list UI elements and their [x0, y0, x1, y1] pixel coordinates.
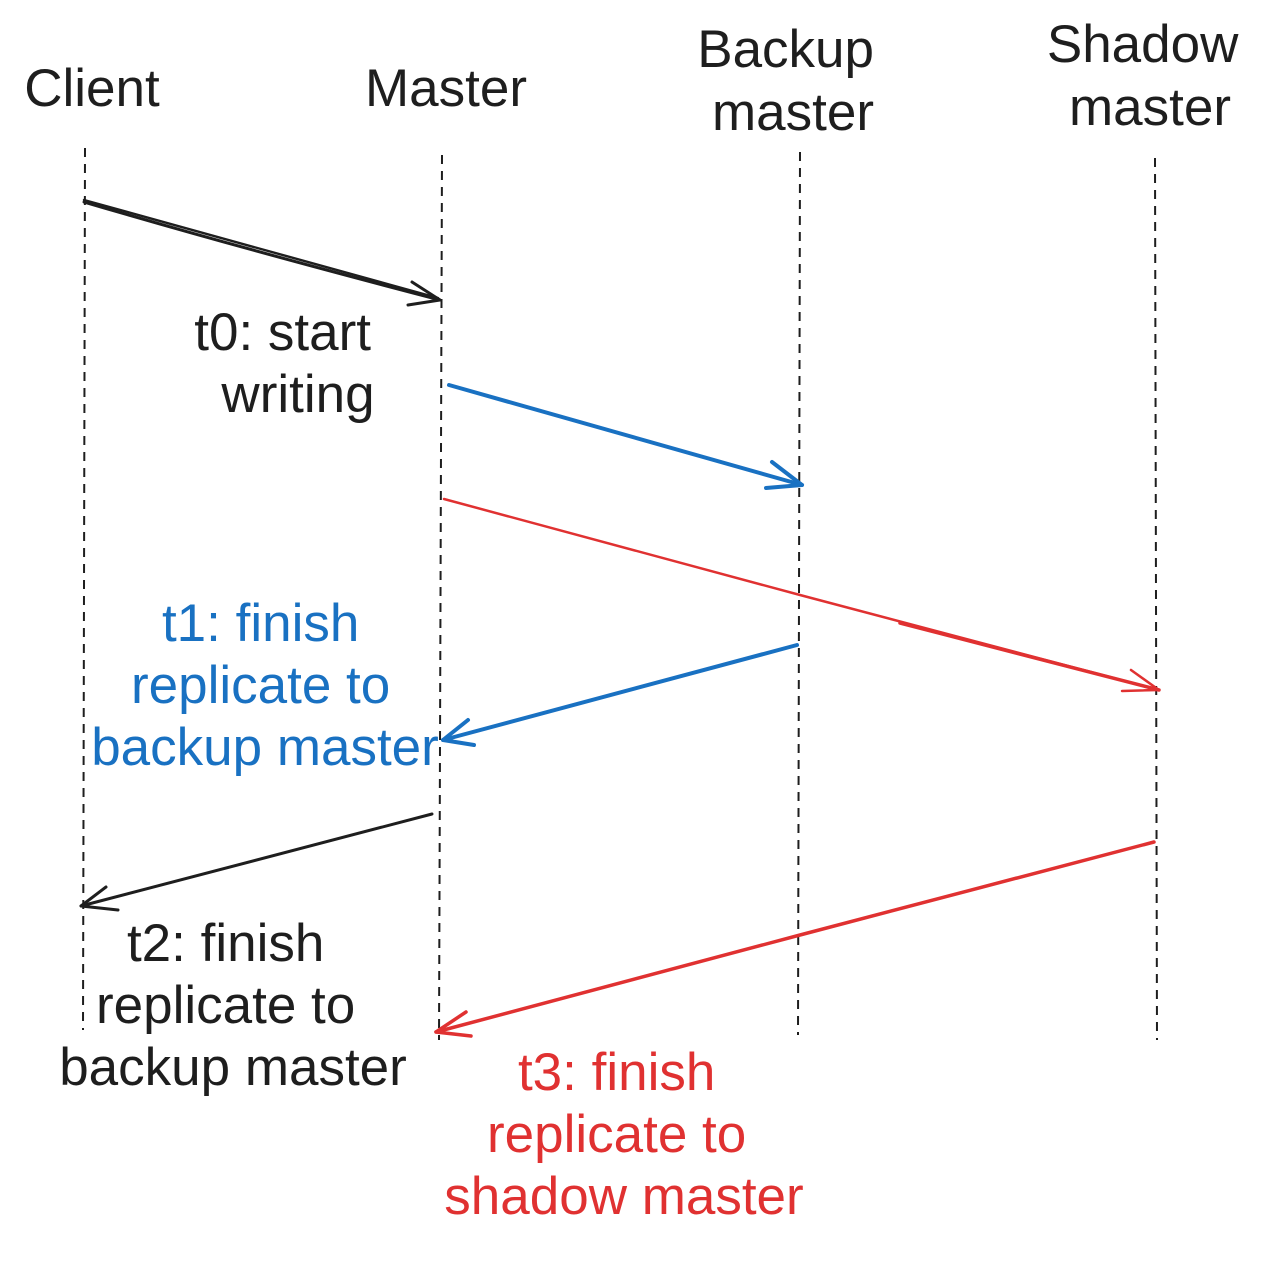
message-master-to-backup [447, 383, 804, 490]
participant-client-label: Client [24, 59, 160, 118]
sequence-diagram: Client Master Backup master Shadow maste… [24, 15, 1253, 1226]
participant-backup-master-label: Backup master [697, 20, 889, 142]
message-shadow-to-master [434, 840, 1156, 1038]
lifeline-client [82, 147, 86, 1031]
message-backup-to-master [441, 643, 799, 747]
lifeline-master [438, 154, 443, 1041]
message-master-to-client [79, 812, 434, 912]
participant-master-label: Master [365, 59, 527, 118]
annotation-t0: t0: start writing [194, 303, 385, 424]
message-client-to-master [82, 198, 442, 307]
participant-shadow-master-label: Shadow master [1047, 15, 1253, 137]
lifeline-shadow-master [1154, 157, 1158, 1041]
annotation-t1: t1: finish replicate to backup master [91, 594, 439, 777]
message-master-to-shadow [442, 497, 1161, 693]
annotation-t3: t3: finish replicate to shadow master [444, 1043, 803, 1226]
annotation-t2: t2: finish replicate to backup master [59, 914, 407, 1097]
